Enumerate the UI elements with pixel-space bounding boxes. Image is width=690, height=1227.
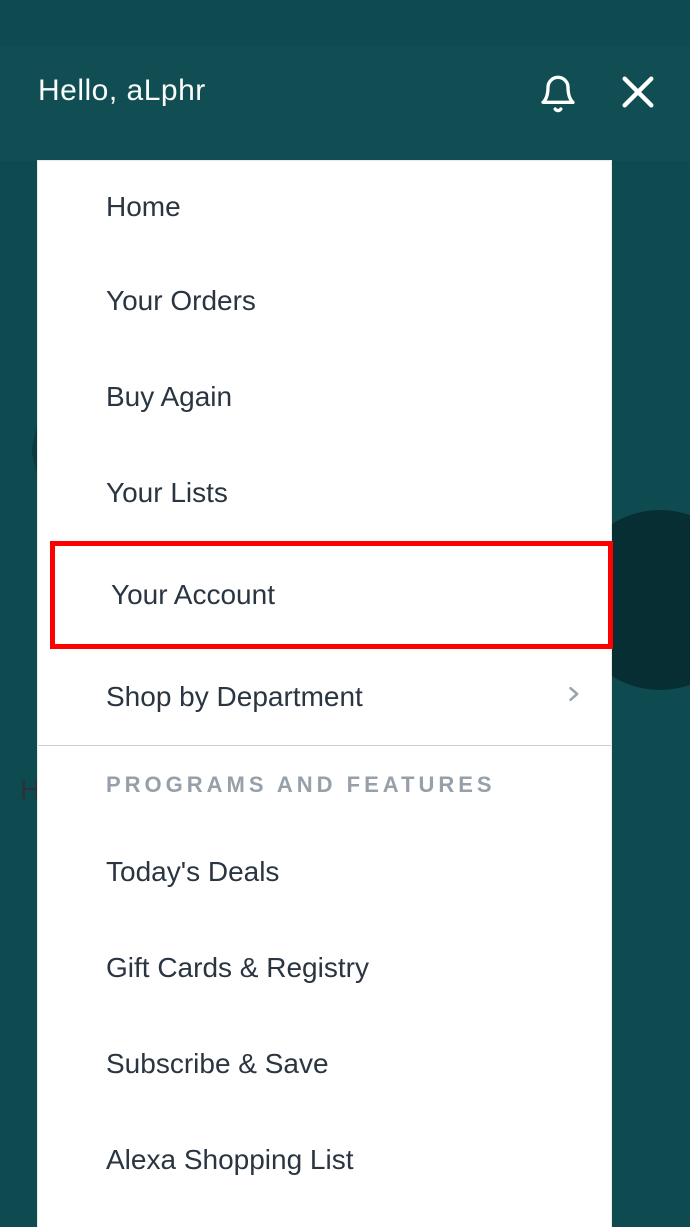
highlight-annotation: Your Account xyxy=(50,541,613,649)
menu-item-shop-by-department[interactable]: Shop by Department xyxy=(38,649,611,745)
section-header-programs: PROGRAMS AND FEATURES xyxy=(38,746,611,824)
menu-item-label: Shop by Department xyxy=(106,681,563,713)
menu-item-label: Buy Again xyxy=(106,381,583,413)
menu-item-your-orders[interactable]: Your Orders xyxy=(38,253,611,349)
menu-item-label: Home xyxy=(106,191,583,223)
close-icon[interactable] xyxy=(618,72,658,117)
greeting-text: Hello, aLphr xyxy=(38,74,538,108)
menu-item-gift-cards-registry[interactable]: Gift Cards & Registry xyxy=(38,920,611,1016)
menu-item-home[interactable]: Home xyxy=(38,161,611,253)
menu-item-label: Today's Deals xyxy=(106,856,583,888)
menu-item-label: Subscribe & Save xyxy=(106,1048,583,1080)
menu-item-label: Gift Cards & Registry xyxy=(106,952,583,984)
menu-item-label: Your Lists xyxy=(106,477,583,509)
menu-item-subscribe-save[interactable]: Subscribe & Save xyxy=(38,1016,611,1112)
chevron-right-icon xyxy=(563,679,583,716)
menu-item-todays-deals[interactable]: Today's Deals xyxy=(38,824,611,920)
menu-item-your-account[interactable]: Your Account xyxy=(55,546,608,644)
side-menu-panel: Home Your Orders Buy Again Your Lists Yo… xyxy=(38,161,611,1227)
menu-item-label: Your Orders xyxy=(106,285,583,317)
menu-item-alexa-shopping-list[interactable]: Alexa Shopping List xyxy=(38,1112,611,1208)
menu-item-your-lists[interactable]: Your Lists xyxy=(38,445,611,541)
menu-item-label: Alexa Shopping List xyxy=(106,1144,583,1176)
notifications-icon[interactable] xyxy=(538,72,578,121)
menu-item-buy-again[interactable]: Buy Again xyxy=(38,349,611,445)
menu-header: Hello, aLphr xyxy=(0,46,690,161)
menu-item-label: Your Account xyxy=(111,579,580,611)
